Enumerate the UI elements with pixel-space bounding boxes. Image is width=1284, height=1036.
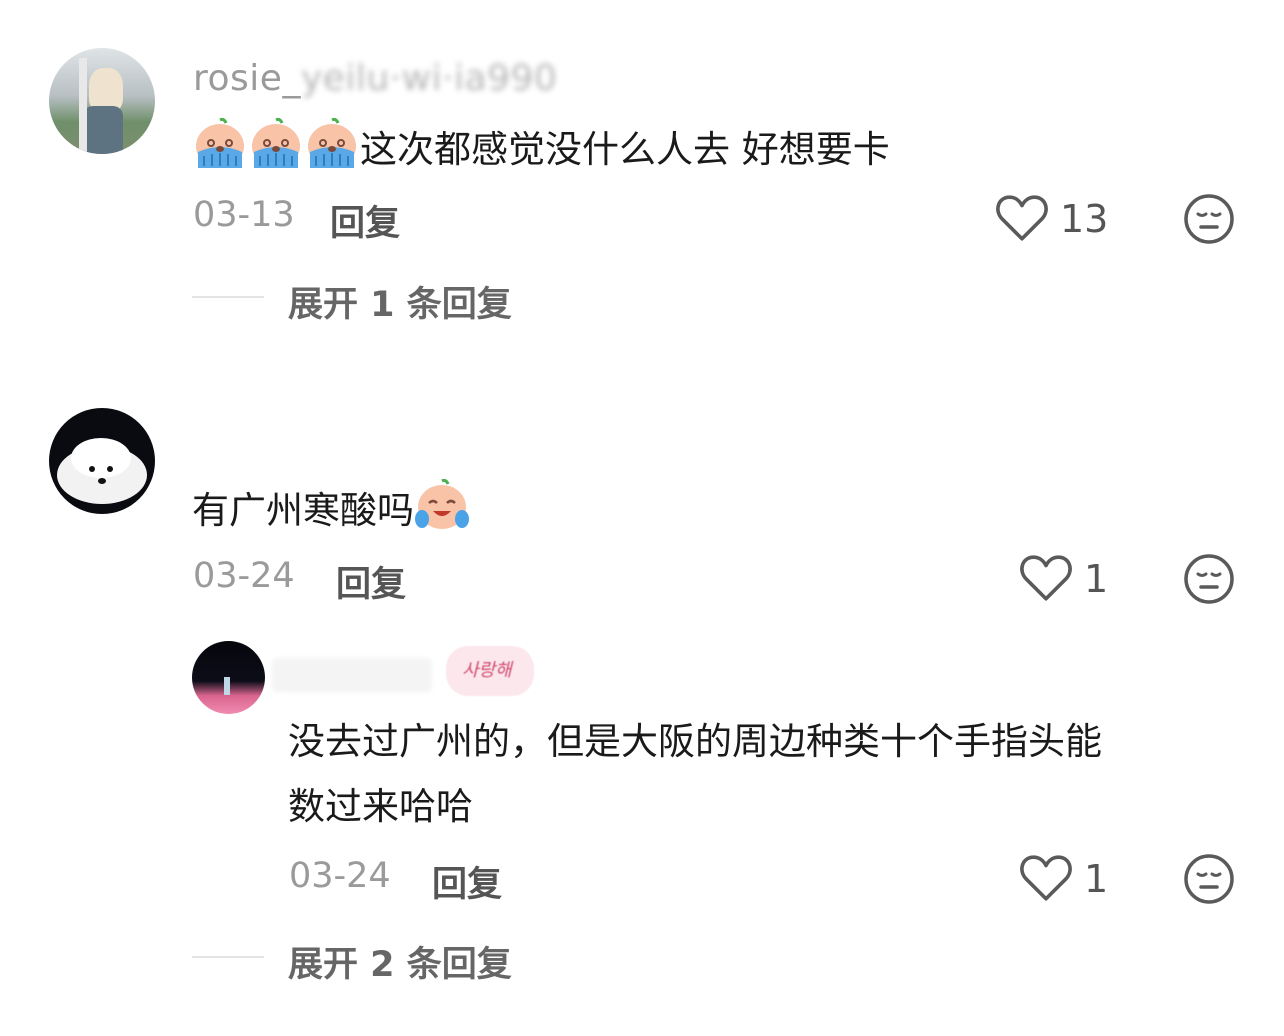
comment-text: 这次都感觉没什么人去 好想要卡 bbox=[192, 116, 890, 182]
reply-text-line2: 数过来哈哈 bbox=[288, 785, 473, 828]
user-badge: 사랑해 bbox=[446, 646, 534, 696]
neutral-face-icon[interactable] bbox=[1183, 853, 1235, 905]
like-count: 13 bbox=[1060, 197, 1109, 241]
heart-icon[interactable] bbox=[995, 193, 1049, 243]
expand-replies-button[interactable]: 展开 2 条回复 bbox=[288, 936, 512, 987]
neutral-face-icon[interactable] bbox=[1183, 553, 1235, 605]
divider bbox=[192, 296, 264, 298]
reply-button[interactable]: 回复 bbox=[330, 195, 400, 246]
expand-replies-button[interactable]: 展开 1 条回复 bbox=[288, 276, 512, 327]
comment-body: 这次都感觉没什么人去 好想要卡 bbox=[360, 128, 890, 171]
comment-body: 有广州寒酸吗 bbox=[192, 489, 414, 532]
reply-text-line1: 没去过广州的，但是大阪的周边种类十个手指头能 bbox=[288, 720, 1102, 763]
avatar[interactable] bbox=[192, 641, 265, 714]
avatar[interactable] bbox=[49, 48, 155, 154]
comment-text: 有广州寒酸吗 bbox=[192, 477, 470, 543]
like-count: 1 bbox=[1084, 557, 1109, 601]
heart-icon[interactable] bbox=[1019, 553, 1073, 603]
reply-button[interactable]: 回复 bbox=[336, 556, 406, 607]
comment-date: 03-24 bbox=[289, 856, 391, 896]
username-blurred: yeilu·wi·ia990 bbox=[300, 58, 558, 99]
avatar[interactable] bbox=[49, 408, 155, 514]
laugh-cry-emoji bbox=[414, 477, 470, 533]
username-visible: rosie_ bbox=[193, 58, 301, 99]
like-count: 1 bbox=[1084, 857, 1109, 901]
reply-button[interactable]: 回复 bbox=[432, 856, 502, 907]
username-redacted[interactable] bbox=[272, 658, 432, 692]
neutral-face-icon[interactable] bbox=[1183, 193, 1235, 245]
divider bbox=[192, 956, 264, 958]
crying-face-emoji bbox=[192, 116, 248, 172]
comment-username[interactable]: rosie_yeilu·wi·ia990 bbox=[193, 58, 557, 99]
crying-face-emoji bbox=[248, 116, 304, 172]
comment-date: 03-13 bbox=[193, 195, 295, 235]
crying-face-emoji bbox=[304, 116, 360, 172]
heart-icon[interactable] bbox=[1019, 853, 1073, 903]
comment-date: 03-24 bbox=[193, 556, 295, 596]
badge-text: 사랑해 bbox=[462, 660, 512, 681]
